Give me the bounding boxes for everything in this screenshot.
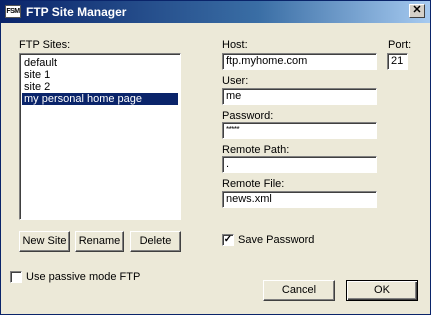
passive-mode-checkbox[interactable] — [10, 271, 22, 283]
remote-file-label: Remote File: — [222, 178, 285, 190]
passive-mode-label: Use passive mode FTP — [26, 271, 141, 283]
save-password-label: Save Password — [238, 234, 315, 246]
port-input[interactable]: 21 — [387, 53, 408, 70]
delete-button[interactable]: Delete — [130, 231, 181, 252]
host-label: Host: — [222, 39, 248, 51]
save-password-checkbox[interactable]: ✓ — [222, 234, 234, 246]
title-bar[interactable]: FSM FTP Site Manager ✕ — [1, 1, 430, 23]
remote-file-input[interactable]: news.xml — [222, 191, 377, 208]
list-item-default[interactable]: default — [22, 57, 178, 69]
ok-button[interactable]: OK — [346, 280, 418, 301]
port-label: Port: — [388, 39, 412, 51]
rename-button[interactable]: Rename — [75, 231, 124, 252]
close-icon[interactable]: ✕ — [409, 4, 425, 18]
list-item-my-personal-home-page[interactable]: my personal home page — [22, 93, 178, 105]
user-label: User: — [222, 75, 249, 87]
remote-path-label: Remote Path: — [222, 144, 290, 156]
password-input[interactable]: ***** — [222, 122, 377, 139]
window-title: FTP Site Manager — [26, 5, 127, 19]
ftp-sites-list[interactable]: default site 1 site 2 my personal home p… — [19, 53, 181, 220]
ftp-sites-label: FTP Sites: — [19, 39, 71, 51]
list-item-site-1[interactable]: site 1 — [22, 69, 178, 81]
list-item-site-2[interactable]: site 2 — [22, 81, 178, 93]
password-label: Password: — [222, 110, 274, 122]
app-icon: FSM — [5, 5, 21, 18]
user-input[interactable]: me — [222, 88, 377, 105]
ftp-site-manager-window: FSM FTP Site Manager ✕ FTP Sites: defaul… — [0, 0, 431, 315]
cancel-button[interactable]: Cancel — [263, 280, 335, 301]
host-input[interactable]: ftp.myhome.com — [222, 53, 377, 70]
new-site-button[interactable]: New Site — [19, 231, 70, 252]
remote-path-input[interactable]: . — [222, 156, 377, 173]
